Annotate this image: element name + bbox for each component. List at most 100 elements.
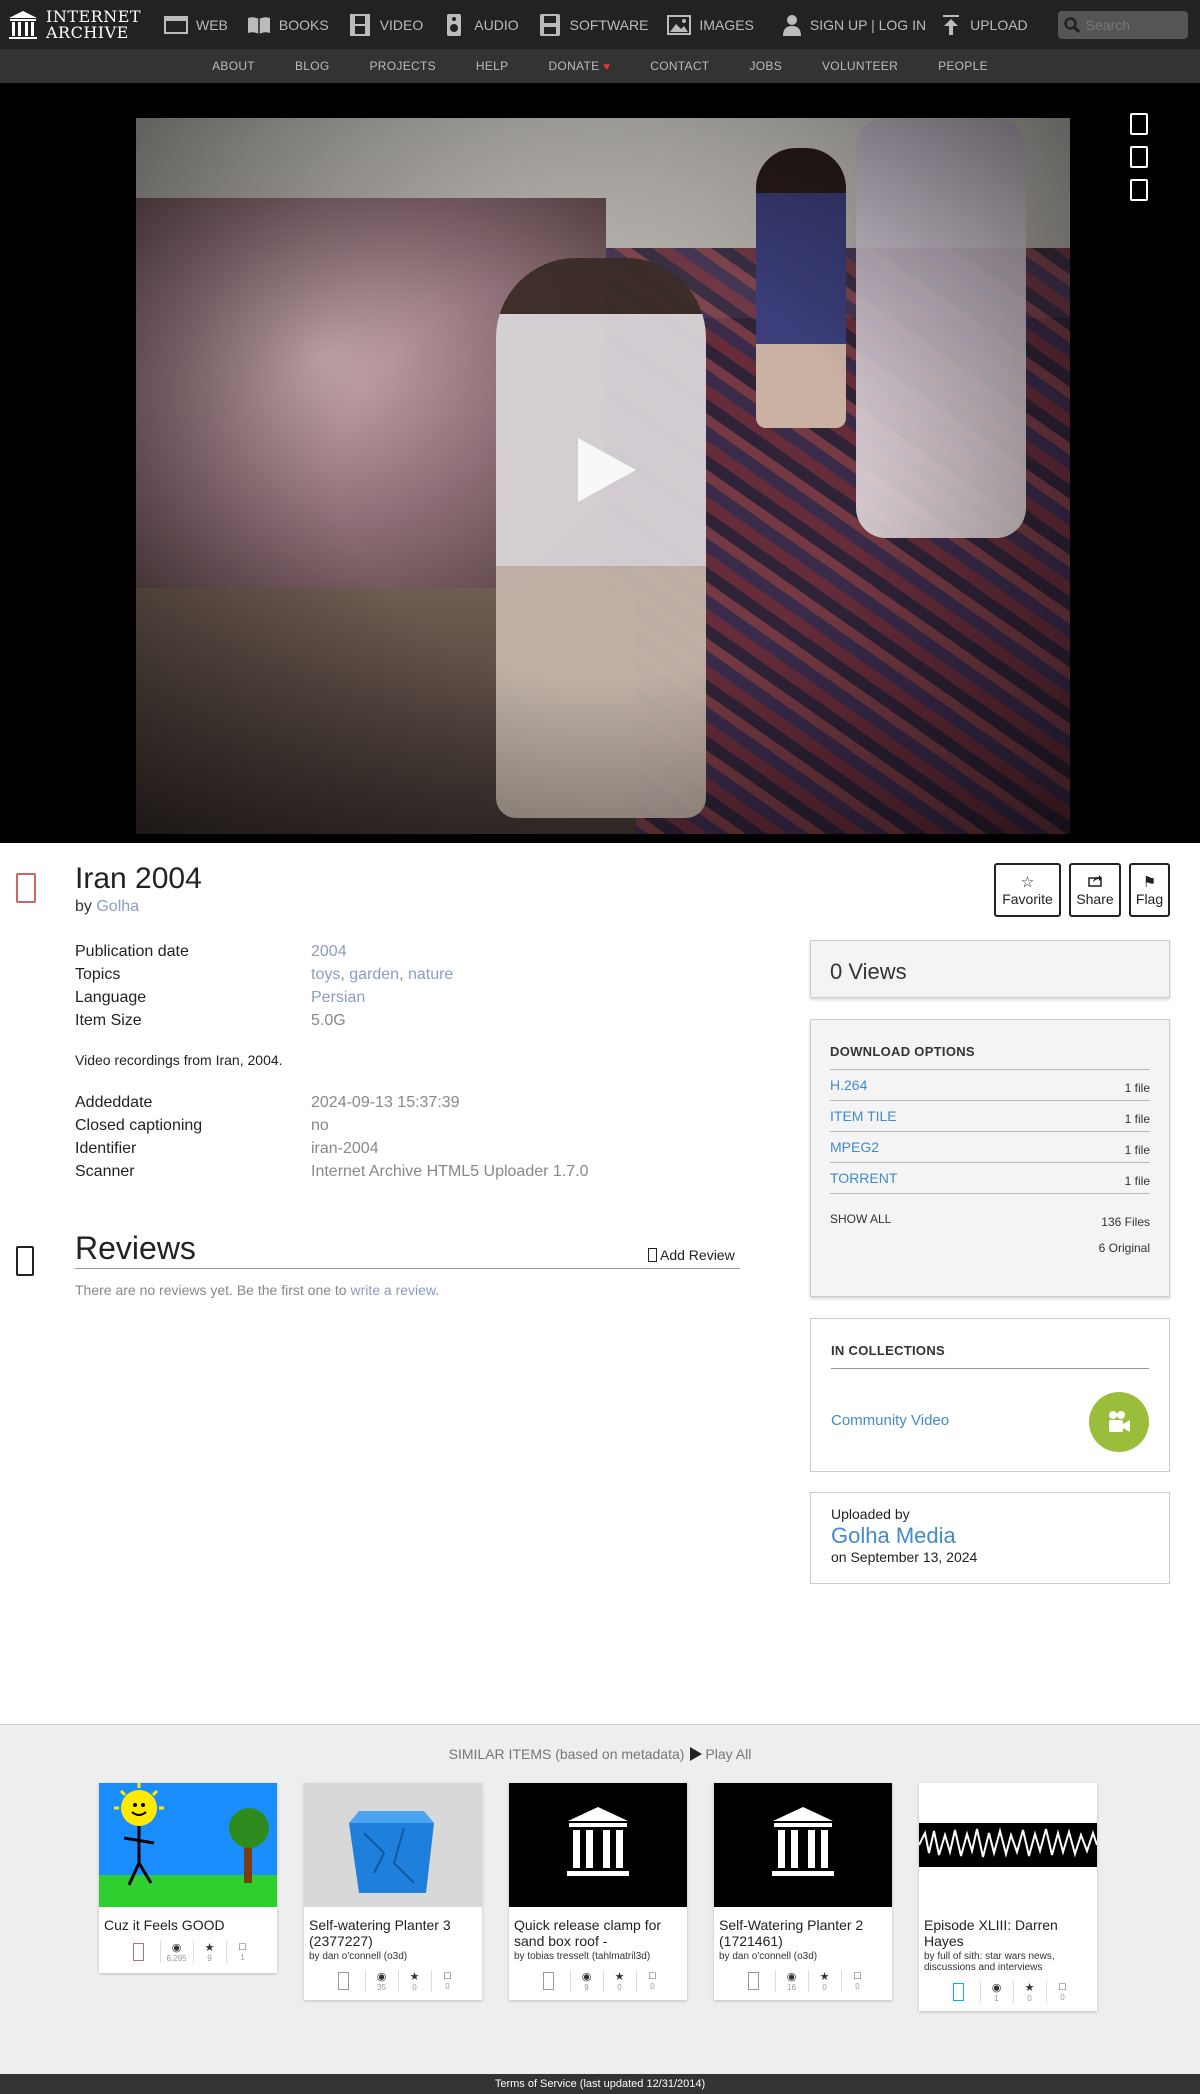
topic-link-nature[interactable]: nature xyxy=(408,966,453,983)
topic-link-garden[interactable]: garden xyxy=(349,966,399,983)
similar-item-card[interactable]: Quick release clamp for sand box roof - … xyxy=(509,1783,687,2000)
metadata-row: Addeddate 2024-09-13 15:37:39 xyxy=(75,1091,775,1114)
texts-type-icon xyxy=(528,1970,570,1992)
theatre-control-icon-2[interactable] xyxy=(1130,146,1148,168)
similar-item-card[interactable]: Self-Watering Planter 2 (1721461) by dan… xyxy=(714,1783,892,2000)
subnav-volunteer[interactable]: VOLUNTEER xyxy=(822,59,898,73)
comment-icon: □ xyxy=(854,1970,861,1982)
download-h264-link[interactable]: H.264 xyxy=(830,1077,867,1093)
audio-type-icon xyxy=(938,1981,980,2003)
nav-images-label: IMAGES xyxy=(699,16,754,33)
community-video-link[interactable]: Community Video xyxy=(831,1412,949,1429)
metadata-value: Internet Archive HTML5 Uploader 1.7.0 xyxy=(311,1163,589,1180)
nav-web[interactable]: WEB xyxy=(163,0,228,49)
subnav-blog[interactable]: BLOG xyxy=(295,59,330,73)
download-options-panel: DOWNLOAD OPTIONS H.264 1 file ITEM TILE … xyxy=(810,1019,1170,1297)
upload-icon xyxy=(943,14,960,35)
metadata-row: Publication date 2004 xyxy=(75,940,775,963)
terms-of-service-link[interactable]: Terms of Service (last updated 12/31/201… xyxy=(495,2078,705,2090)
similar-item-card[interactable]: Cuz it Feels GOOD ◉ 6,295 ★ 9 □ 1 xyxy=(99,1783,277,1973)
download-torrent-link[interactable]: TORRENT xyxy=(830,1170,897,1186)
metadata-row: Identifier iran-2004 xyxy=(75,1137,775,1160)
theatre-control-icon-1[interactable] xyxy=(1130,113,1148,135)
eye-icon: ◉ xyxy=(376,1971,387,1983)
topic-link-toys[interactable]: toys xyxy=(311,966,340,983)
show-all-link[interactable]: SHOW ALL xyxy=(830,1212,891,1226)
reviews-period: . xyxy=(435,1282,440,1298)
language-link[interactable]: Persian xyxy=(311,989,365,1006)
favorite-button[interactable]: ☆ Favorite xyxy=(994,863,1061,917)
views-stat-value: 35 xyxy=(377,1983,386,1992)
film-icon xyxy=(347,13,373,36)
reviews-empty-text: There are no reviews yet. Be the first o… xyxy=(75,1282,347,1298)
search-box[interactable] xyxy=(1057,10,1188,39)
comment-icon: □ xyxy=(649,1970,656,1982)
similar-item-title: Episode XLIII: Darren Hayes xyxy=(924,1917,1058,1949)
views-stat-value: 16 xyxy=(787,1983,796,1992)
similar-item-card[interactable]: Self-watering Planter 3 (2377227) by dan… xyxy=(304,1783,482,2000)
similar-item-stats: ◉ 9 ★ 0 □ 0 xyxy=(509,1962,687,2000)
views-stat: ◉ 1 xyxy=(979,1981,1013,2003)
search-input[interactable] xyxy=(1085,16,1186,33)
play-all-link[interactable]: Play All xyxy=(705,1746,751,1762)
search-icon xyxy=(1063,16,1080,33)
theatre-control-icon-3[interactable] xyxy=(1130,179,1148,201)
star-icon: ★ xyxy=(409,1971,420,1983)
internet-archive-logo[interactable]: INTERNET ARCHIVE xyxy=(8,8,163,41)
item-description: Video recordings from Iran, 2004. xyxy=(75,1052,283,1068)
item-byline: by Golha xyxy=(75,898,139,916)
similar-item-thumbnail xyxy=(509,1783,687,1907)
download-item-tile-link[interactable]: ITEM TILE xyxy=(830,1108,897,1124)
nav-images[interactable]: IMAGES xyxy=(666,0,754,49)
add-review-button[interactable]: Add Review xyxy=(648,1247,735,1263)
subnav-help[interactable]: HELP xyxy=(476,59,509,73)
reviews-divider xyxy=(75,1268,740,1269)
eye-icon: ◉ xyxy=(786,1971,797,1983)
creator-link[interactable]: Golha xyxy=(96,898,139,915)
views-stat: ◉ 6,295 xyxy=(159,1941,193,1963)
reviews-stat: □ 0 xyxy=(1045,1981,1079,2003)
item-size-value: 5.0G xyxy=(311,1012,346,1029)
reviews-stat-value: 1 xyxy=(240,1953,245,1962)
flag-button[interactable]: ⚑ Flag xyxy=(1129,863,1170,917)
nav-audio[interactable]: AUDIO xyxy=(441,0,519,49)
similar-item-stats: ◉ 16 ★ 0 □ 0 xyxy=(714,1962,892,2000)
favorites-stat-value: 0 xyxy=(412,1983,417,1992)
nav-books[interactable]: BOOKS xyxy=(246,0,329,49)
subnav-about[interactable]: ABOUT xyxy=(212,59,255,73)
play-button-icon[interactable] xyxy=(578,438,636,502)
uploaded-by-label: Uploaded by xyxy=(831,1506,910,1522)
collections-panel: IN COLLECTIONS Community Video xyxy=(810,1318,1170,1472)
download-mpeg2-link[interactable]: MPEG2 xyxy=(830,1139,879,1155)
star-icon: ☆ xyxy=(1020,873,1035,891)
similar-item-card[interactable]: Episode XLIII: Darren Hayes by full of s… xyxy=(919,1783,1097,2011)
nav-video[interactable]: VIDEO xyxy=(347,0,423,49)
publication-date-link[interactable]: 2004 xyxy=(311,943,347,960)
write-review-link[interactable]: write a review xyxy=(350,1282,435,1298)
web-icon xyxy=(163,14,189,36)
subnav-people[interactable]: PEOPLE xyxy=(938,59,988,73)
subnav-contact[interactable]: CONTACT xyxy=(650,59,709,73)
subnav-projects[interactable]: PROJECTS xyxy=(369,59,435,73)
reviews-stat-value: 0 xyxy=(1060,1993,1065,2002)
metadata-row: Topics toys, garden, nature xyxy=(75,963,775,986)
similar-item-stats: ◉ 35 ★ 0 □ 0 xyxy=(304,1962,482,2000)
reviews-stat-value: 0 xyxy=(445,1982,450,1991)
subnav-donate[interactable]: DONATE ♥ xyxy=(548,59,610,73)
views-stat-value: 1 xyxy=(994,1994,999,2003)
share-button[interactable]: Share xyxy=(1069,863,1121,917)
upload-link[interactable]: UPLOAD xyxy=(942,14,1028,35)
star-icon: ★ xyxy=(1024,1982,1035,1994)
floppy-icon xyxy=(537,13,563,36)
community-video-icon[interactable] xyxy=(1089,1392,1149,1452)
metadata-list: Publication date 2004 Topics toys, garde… xyxy=(75,940,775,1032)
similar-item-title: Self-watering Planter 3 (2377227) xyxy=(309,1917,451,1949)
video-player[interactable] xyxy=(136,118,1070,834)
uploader-link[interactable]: Golha Media xyxy=(831,1523,1149,1549)
comment-icon: □ xyxy=(239,1941,246,1953)
reviews-stat-value: 0 xyxy=(650,1982,655,1991)
sign-up-login-link[interactable]: SIGN UP | LOG IN xyxy=(782,14,926,36)
subnav-jobs[interactable]: JOBS xyxy=(749,59,782,73)
favorites-stat-value: 9 xyxy=(207,1954,212,1963)
nav-software[interactable]: SOFTWARE xyxy=(537,0,648,49)
